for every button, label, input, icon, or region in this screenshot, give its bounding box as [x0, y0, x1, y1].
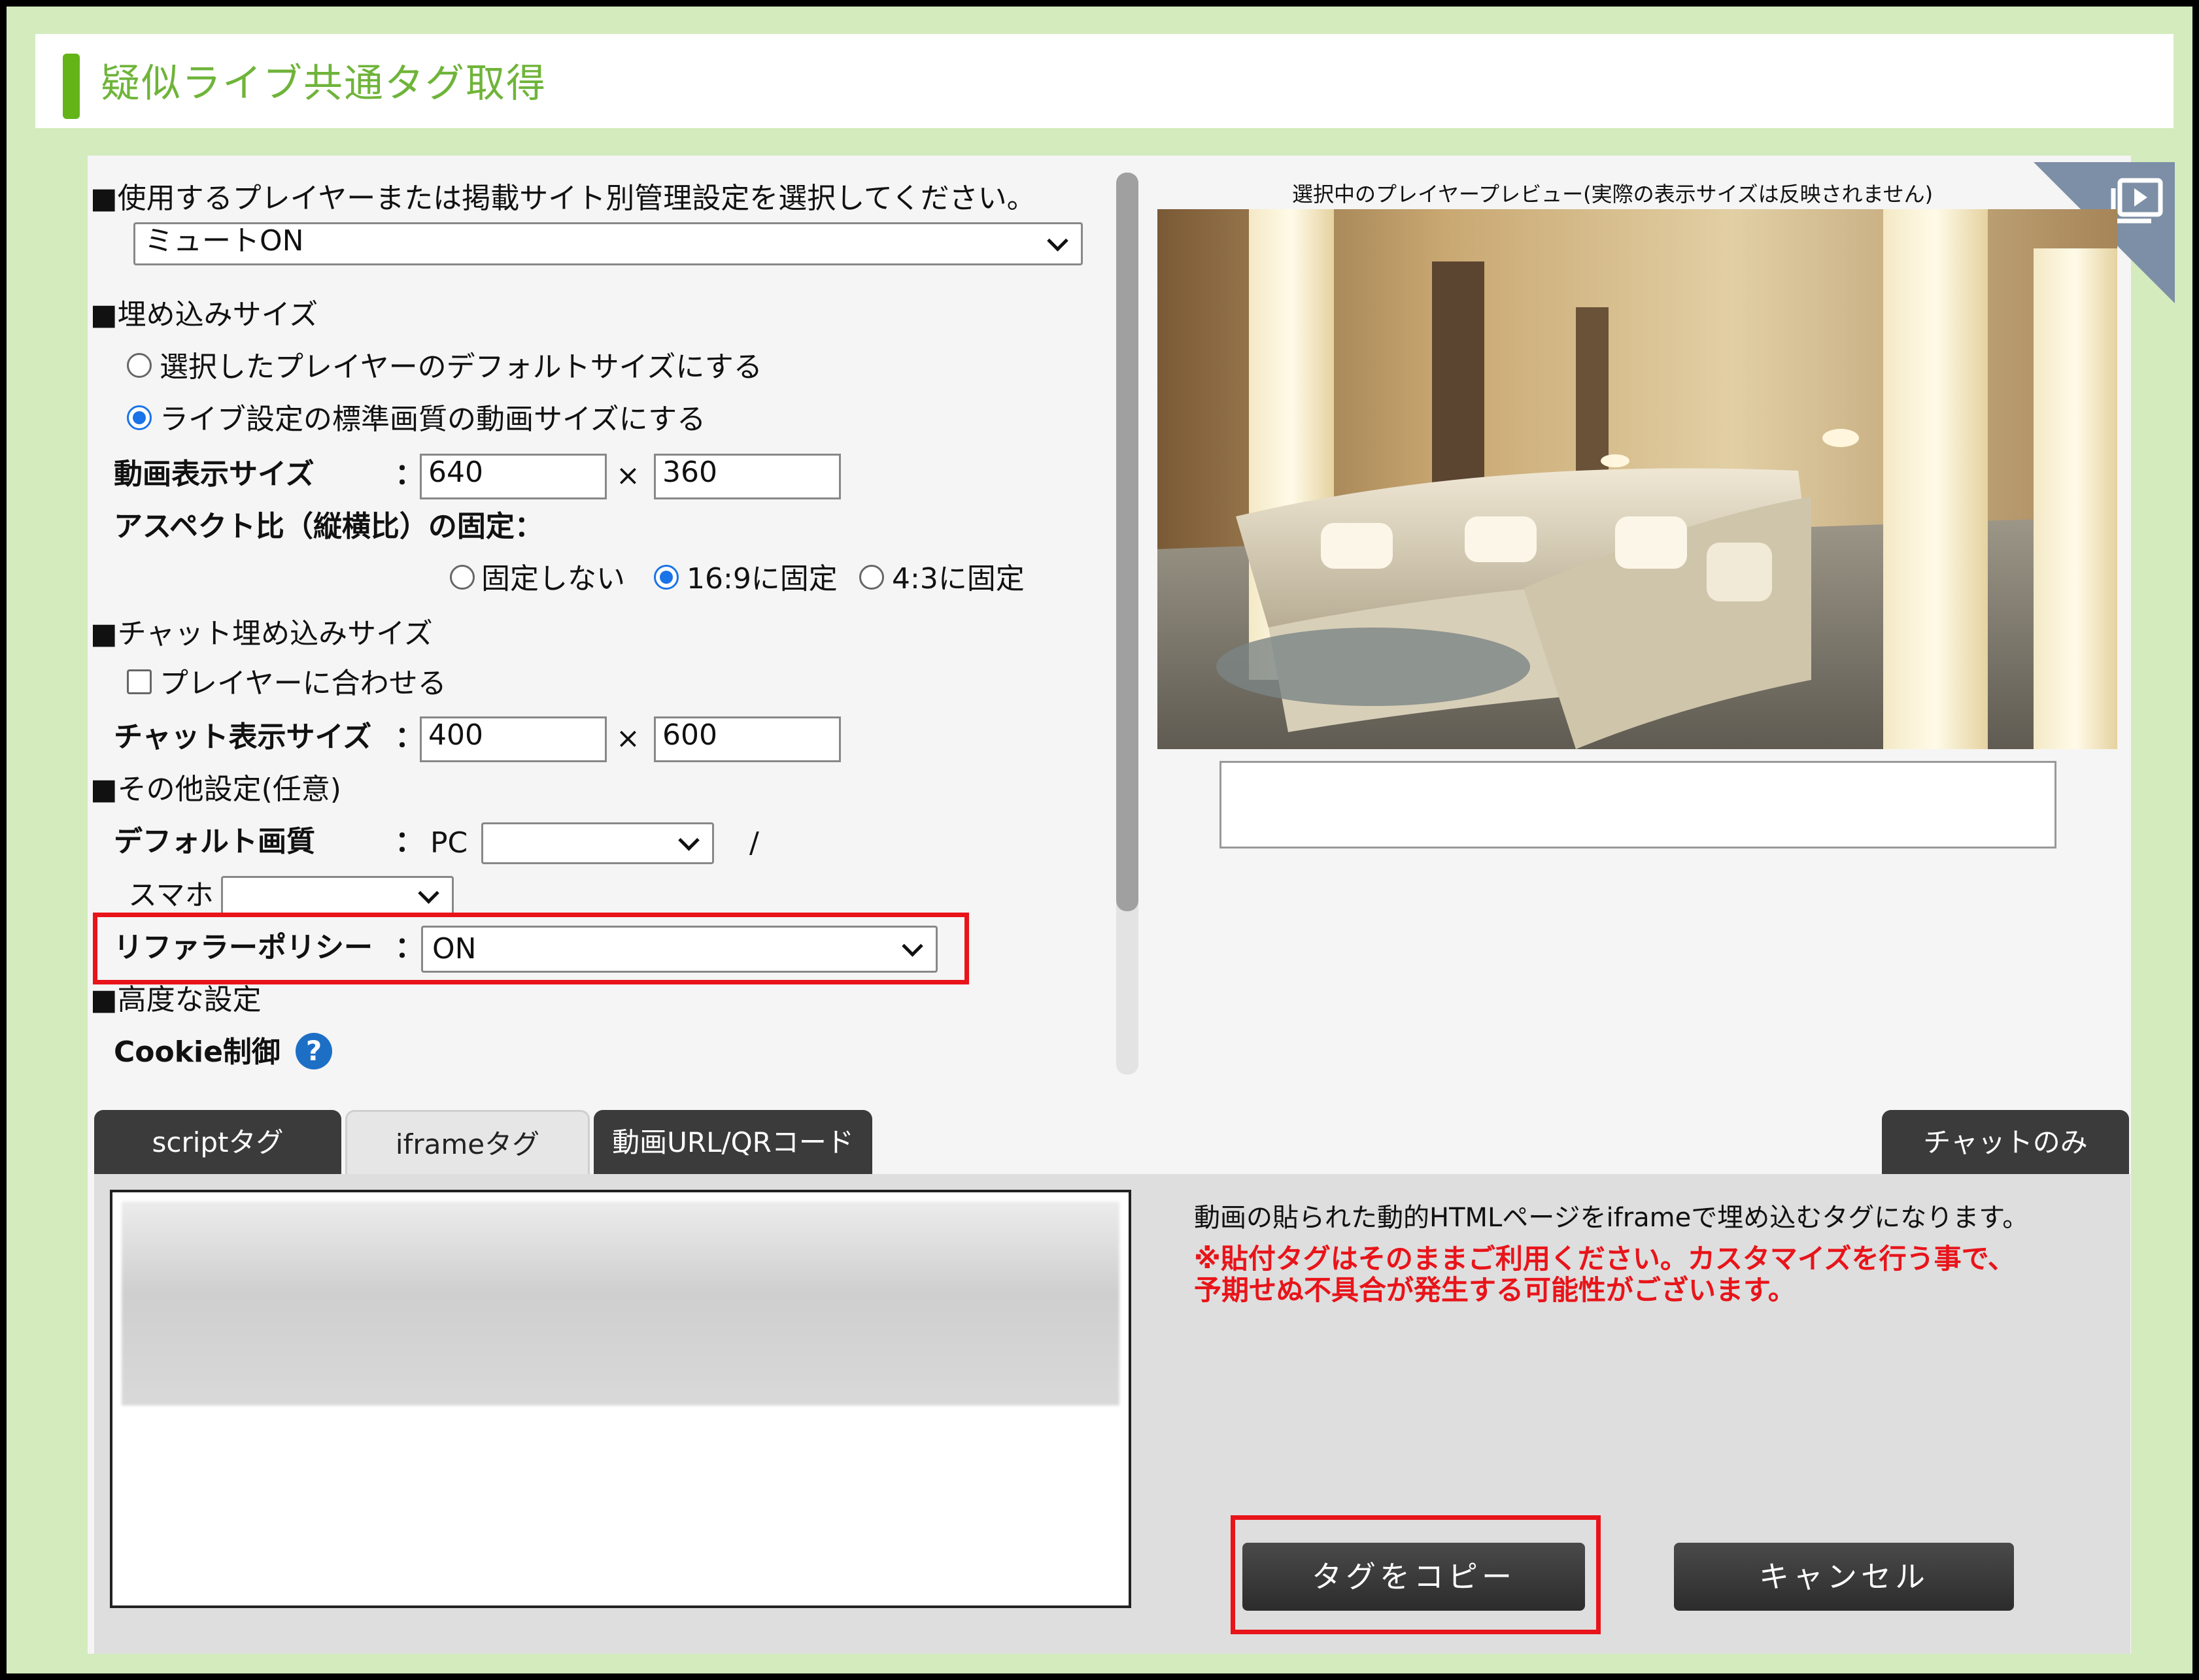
referrer-policy-value: ON: [432, 932, 477, 966]
player-heading: ■使用するプレイヤーまたは掲載サイト別管理設定を選択してください。: [90, 182, 1036, 215]
smartphone-quality-select[interactable]: [221, 876, 454, 916]
radio-default-size[interactable]: [127, 353, 152, 378]
times-sign: ×: [616, 459, 640, 492]
aspect-ratio-label: アスペクト比（縦横比）の固定：: [114, 510, 543, 543]
tag-description: 動画の貼られた動的HTMLページをiframeで埋め込むタグになります。: [1194, 1203, 2029, 1233]
pc-label: PC: [430, 826, 468, 860]
video-width-input[interactable]: 640: [420, 454, 607, 499]
referrer-policy-select[interactable]: ON: [421, 926, 938, 973]
slash: /: [749, 826, 759, 860]
fit-player-checkbox[interactable]: [127, 669, 152, 694]
player-select[interactable]: ミュートON: [133, 222, 1083, 265]
tag-warning-line2: 予期せぬ不具合が発生する可能性がございます。: [1194, 1274, 1796, 1306]
radio-aspect-43-label: 4:3に固定: [892, 562, 1025, 596]
copy-tag-button[interactable]: タグをコピー: [1242, 1543, 1585, 1611]
player-select-value: ミュートON: [145, 224, 304, 258]
video-height-input[interactable]: 360: [654, 454, 841, 499]
radio-aspect-169[interactable]: [654, 565, 679, 590]
title-bar: 疑似ライブ共通タグ取得: [35, 34, 2173, 128]
tab-chat-only[interactable]: チャットのみ: [1882, 1110, 2129, 1175]
cookie-control-label: Cookie制御: [114, 1035, 281, 1069]
tag-code-textarea[interactable]: [110, 1190, 1131, 1608]
times-sign: ×: [616, 722, 640, 755]
embed-size-heading: ■埋め込みサイズ: [90, 298, 318, 331]
tab-iframe[interactable]: iframeタグ: [345, 1110, 590, 1175]
video-size-label: 動画表示サイズ: [114, 458, 315, 491]
advanced-heading: ■高度な設定: [90, 983, 262, 1016]
title-accent-bar: [63, 54, 80, 119]
chat-height-input[interactable]: 600: [654, 716, 841, 762]
colon: ：: [395, 825, 424, 858]
fit-player-label: プレイヤーに合わせる: [160, 667, 447, 700]
radio-aspect-none-label: 固定しない: [481, 562, 625, 596]
preview-info-box: [1219, 761, 2056, 848]
radio-live-size[interactable]: [127, 405, 152, 430]
chat-size-label: チャット表示サイズ: [114, 720, 372, 754]
tab-script[interactable]: scriptタグ: [94, 1110, 341, 1175]
radio-aspect-169-label: 16:9に固定: [687, 562, 838, 596]
radio-default-size-label: 選択したプレイヤーのデフォルトサイズにする: [160, 350, 762, 384]
chevron-down-icon: [678, 830, 700, 851]
blurred-tag-code: [122, 1201, 1119, 1405]
other-settings-heading: ■その他設定(任意): [90, 773, 341, 806]
radio-live-size-label: ライブ設定の標準画質の動画サイズにする: [160, 403, 706, 436]
smartphone-label: スマホ: [128, 879, 214, 912]
settings-scrollbar[interactable]: [1116, 173, 1138, 1075]
dialog-frame: 疑似ライブ共通タグ取得 ■使用するプレイヤーまたは掲載サイト別管理設定を選択して…: [7, 7, 2192, 1673]
tag-warning-line1: ※貼付タグはそのままご利用ください。カスタマイズを行う事で、: [1194, 1243, 2015, 1275]
chat-size-heading: ■チャット埋め込みサイズ: [90, 617, 433, 650]
chevron-down-icon: [1047, 230, 1068, 252]
preview-caption: 選択中のプレイヤープレビュー(実際の表示サイズは反映されません): [1292, 182, 1934, 207]
default-quality-label: デフォルト画質: [114, 825, 315, 858]
radio-aspect-43[interactable]: [859, 565, 884, 590]
chevron-down-icon: [418, 882, 439, 904]
chevron-down-icon: [902, 935, 923, 957]
tab-content: 動画の貼られた動的HTMLページをiframeで埋め込むタグになります。 ※貼付…: [94, 1174, 2130, 1654]
player-preview-image: [1157, 209, 2117, 749]
page-title: 疑似ライブ共通タグ取得: [101, 61, 547, 107]
scrollbar-thumb[interactable]: [1116, 173, 1138, 911]
referrer-policy-label: リファラーポリシー: [114, 931, 373, 964]
radio-aspect-none[interactable]: [450, 565, 475, 590]
chat-width-input[interactable]: 400: [420, 716, 607, 762]
tab-url-qr[interactable]: 動画URL/QRコード: [594, 1110, 872, 1175]
help-icon[interactable]: ?: [296, 1033, 332, 1069]
pc-quality-select[interactable]: [481, 822, 714, 864]
colon: ：: [395, 931, 424, 964]
cancel-button[interactable]: キャンセル: [1674, 1543, 2014, 1611]
